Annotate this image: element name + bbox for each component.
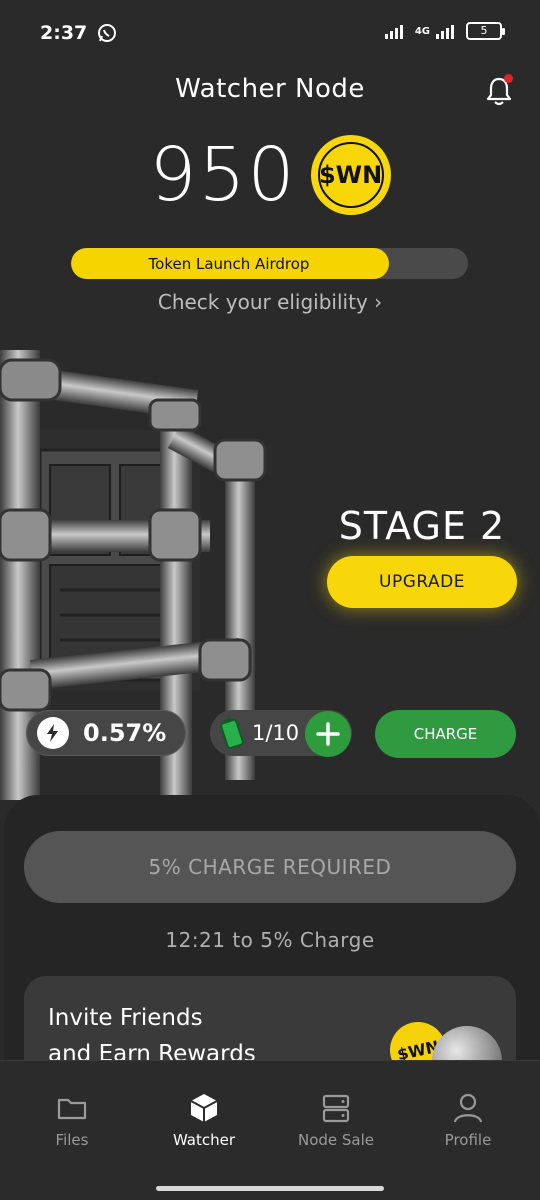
bottom-tab-bar: Files Watcher Node Sale Profile <box>0 1060 540 1200</box>
wn-coin-icon: $WN <box>310 135 391 215</box>
signal-icon-2 <box>436 25 454 39</box>
whatsapp-icon <box>98 24 117 42</box>
tab-node-sale[interactable]: Node Sale <box>281 1091 391 1149</box>
server-icon <box>322 1094 350 1123</box>
chevron-right-icon: › <box>374 290 383 314</box>
add-charge-button[interactable] <box>305 711 351 757</box>
eligibility-text: Check your eligibility <box>157 290 368 314</box>
invite-line-1: Invite Friends <box>48 1005 203 1031</box>
tab-watcher[interactable]: Watcher <box>149 1091 259 1149</box>
mining-rate-pill: 0.57% <box>26 710 186 756</box>
charge-required-button[interactable]: 5% CHARGE REQUIRED <box>24 831 516 903</box>
tab-profile[interactable]: Profile <box>413 1091 523 1149</box>
charges-count: 1/10 <box>252 721 300 745</box>
folder-icon <box>57 1098 87 1120</box>
cube-icon <box>190 1094 218 1122</box>
status-indicators: 4G 5 <box>384 22 505 40</box>
tab-label: Files <box>55 1131 89 1149</box>
battery-charge-icon <box>220 717 244 749</box>
home-indicator[interactable] <box>156 1186 384 1191</box>
network-type: 4G <box>414 25 430 37</box>
balance-display: 950 $WN <box>0 132 540 218</box>
battery-icon: 5 <box>466 22 505 40</box>
airdrop-progress-bar: Token Launch Airdrop <box>71 248 468 279</box>
token-balance: 950 <box>149 132 297 218</box>
stage-label: STAGE 2 <box>338 504 506 548</box>
progress-label: Token Launch Airdrop <box>148 254 310 273</box>
metal-sphere-icon <box>432 1026 502 1060</box>
invite-title: Invite Friends and Earn Rewards <box>48 1000 348 1060</box>
eligibility-link[interactable]: Check your eligibility › <box>0 290 540 314</box>
notification-dot <box>504 74 513 83</box>
bolt-icon <box>37 717 69 749</box>
invite-line-2: and Earn Rewards <box>48 1041 256 1060</box>
status-time: 2:37 <box>40 22 88 44</box>
tab-label: Profile <box>444 1131 492 1149</box>
tab-label: Node Sale <box>297 1131 375 1149</box>
tab-label: Watcher <box>172 1131 236 1149</box>
charge-timer: 12:21 to 5% Charge <box>165 928 375 952</box>
upgrade-button[interactable]: UPGRADE <box>327 556 517 608</box>
user-icon <box>453 1093 483 1123</box>
status-bar: 2:37 4G 5 <box>0 0 540 66</box>
invite-friends-card[interactable]: Invite Friends and Earn Rewards $WN <box>24 976 516 1060</box>
plus-icon <box>316 722 340 746</box>
signal-icon <box>384 25 403 39</box>
page-title: Watcher Node <box>175 74 365 104</box>
charge-button[interactable]: CHARGE <box>375 710 516 758</box>
mining-rate: 0.57% <box>83 719 167 747</box>
tab-files[interactable]: Files <box>17 1091 127 1149</box>
